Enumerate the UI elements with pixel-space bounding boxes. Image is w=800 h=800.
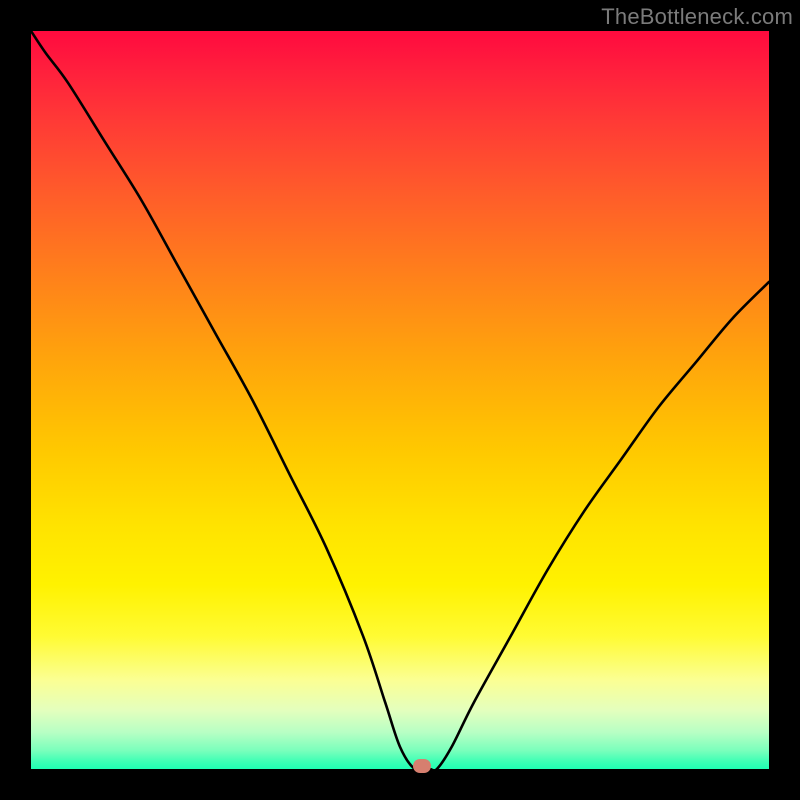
watermark-text: TheBottleneck.com [601, 4, 793, 30]
chart-frame: TheBottleneck.com [0, 0, 800, 800]
current-point-marker [413, 759, 431, 773]
plot-background [31, 31, 769, 769]
